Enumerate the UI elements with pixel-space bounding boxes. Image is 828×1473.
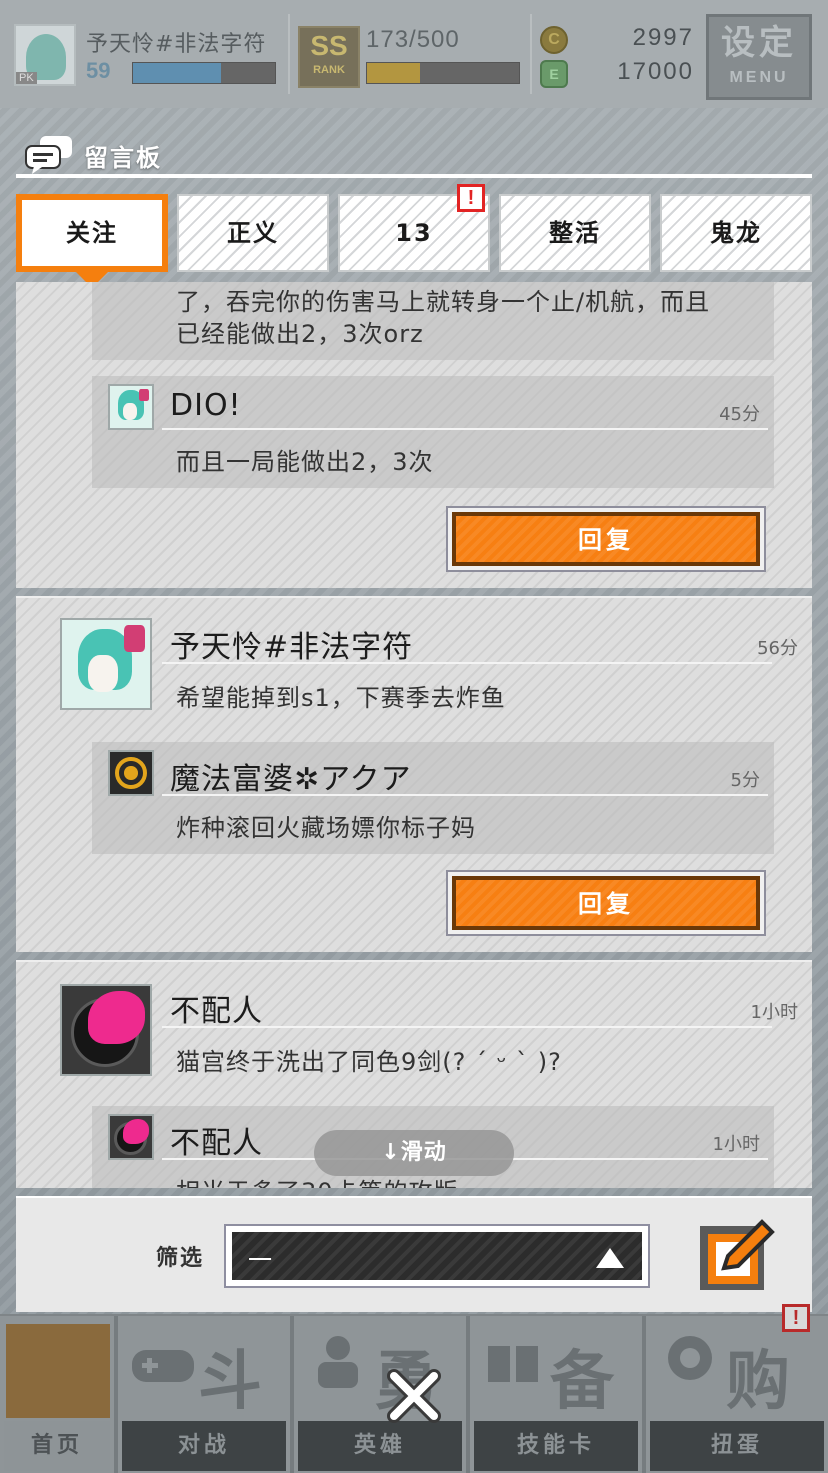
- avatar[interactable]: [60, 618, 152, 710]
- avatar-tag: PK: [16, 72, 37, 84]
- avatar[interactable]: [108, 384, 154, 430]
- reply-button[interactable]: 回复: [446, 870, 766, 936]
- divider: [162, 1026, 772, 1028]
- gamepad-icon: [132, 1350, 194, 1382]
- filter-label: 筛选: [156, 1246, 205, 1271]
- nav-glyph: 购: [726, 1345, 790, 1419]
- divider: [288, 14, 290, 94]
- close-icon[interactable]: [386, 1368, 442, 1424]
- divider: [162, 662, 772, 664]
- nav-heroes[interactable]: 勇 英雄: [294, 1316, 470, 1473]
- tab-follow[interactable]: 关注: [16, 194, 168, 272]
- scroll-hint: ↓滑动: [314, 1130, 514, 1176]
- nav-label: 首页: [4, 1421, 110, 1471]
- divider: [162, 794, 768, 796]
- reply-button-label: 回复: [452, 876, 760, 930]
- header-rule: [16, 174, 812, 178]
- reply-text: 了，吞完你的伤害马上就转身一个止/机航，而且: [176, 288, 711, 316]
- message-author: 不配人: [170, 994, 263, 1029]
- rank-caption: RANK: [313, 64, 345, 76]
- reply-author: 不配人: [170, 1126, 263, 1161]
- message-time: 56分: [757, 638, 798, 659]
- gem-icon: E: [540, 60, 568, 88]
- compose-post-button[interactable]: [698, 1212, 780, 1294]
- divider: [530, 14, 532, 94]
- top-status-bar: PK 予天怜#非法字符 59 SS RANK 173/500 C 2997 E …: [0, 0, 828, 108]
- avatar[interactable]: [60, 984, 152, 1076]
- reply-item: DIO! 45分 而且一局能做出2，3次: [92, 376, 774, 488]
- reply-item: 魔法富婆✲アクア 5分 炸种滚回火藏场嫖你标子妈: [92, 742, 774, 854]
- menu-label-cn: 设定: [721, 23, 797, 63]
- avatar[interactable]: [108, 750, 154, 796]
- nav-glyph: 备: [550, 1345, 614, 1419]
- reply-item: 了，吞完你的伤害马上就转身一个止/机航，而且 已经能做出2，3次orz: [92, 282, 774, 360]
- nav-battle[interactable]: 斗 对战: [118, 1316, 294, 1473]
- message-card: 予天怜#非法字符 56分 希望能掉到s1，下赛季去炸鱼 魔法富婆✲アクア 5分 …: [16, 596, 812, 952]
- reply-author: DIO!: [170, 388, 242, 423]
- player-name: 予天怜#非法字符: [86, 32, 267, 57]
- filter-selected-value: 一: [248, 1246, 272, 1274]
- message-list[interactable]: 了，吞完你的伤害马上就转身一个止/机航，而且 已经能做出2，3次orz DIO!…: [16, 282, 812, 1188]
- stamina-value: 173/500: [366, 26, 460, 53]
- menu-label-en: MENU: [729, 69, 789, 86]
- message-board-icon: [25, 136, 72, 174]
- reply-button[interactable]: 回复: [446, 506, 766, 572]
- settings-menu-button[interactable]: 设定 MENU: [706, 14, 812, 100]
- dropdown-arrow-icon: [596, 1248, 624, 1268]
- nav-home[interactable]: 首页: [0, 1316, 118, 1473]
- coin-icon: C: [540, 26, 568, 54]
- message-board-header: 留言板: [16, 126, 812, 182]
- stamina-bar: [366, 62, 520, 84]
- coin-count: 2997: [632, 24, 694, 51]
- nav-label: 扭蛋: [650, 1421, 824, 1471]
- tab-fun[interactable]: 整活: [499, 194, 651, 272]
- player-avatar[interactable]: PK: [14, 24, 76, 86]
- player-level: 59: [86, 58, 111, 83]
- message-time: 1小时: [750, 1002, 798, 1023]
- nav-gacha[interactable]: 购 扭蛋: [646, 1316, 828, 1473]
- board-tabs: 关注 正义 13 ! 整活 鬼龙: [16, 184, 812, 288]
- tab-alert-icon: !: [457, 184, 485, 212]
- filter-bar: 筛选 一: [16, 1196, 812, 1312]
- home-icon: [6, 1324, 110, 1418]
- gem-count: 17000: [617, 58, 694, 85]
- message-card: 了，吞完你的伤害马上就转身一个止/机航，而且 已经能做出2，3次orz DIO!…: [16, 282, 812, 588]
- nav-skill-cards[interactable]: 备 技能卡: [470, 1316, 646, 1473]
- reply-author: 魔法富婆✲アクア: [170, 762, 412, 797]
- rank-letters: SS: [310, 30, 348, 61]
- message-text: 猫宫终于洗出了同色9剑(? ´ ᵕ ` )?: [176, 1048, 562, 1076]
- reply-text: 已经能做出2，3次orz: [176, 320, 424, 348]
- reply-time: 5分: [730, 770, 760, 791]
- tab-ghost-dragon[interactable]: 鬼龙: [660, 194, 812, 272]
- nav-label: 对战: [122, 1421, 286, 1471]
- gacha-icon: [668, 1336, 712, 1380]
- reply-time: 45分: [719, 404, 760, 425]
- avatar[interactable]: [108, 1114, 154, 1160]
- divider: [162, 428, 768, 430]
- reply-button-label: 回复: [452, 512, 760, 566]
- message-text: 希望能掉到s1，下赛季去炸鱼: [176, 684, 506, 712]
- message-author: 予天怜#非法字符: [170, 630, 414, 665]
- reply-text: 炸种滚回火藏场嫖你标子妈: [176, 814, 476, 842]
- gacha-alert-icon: !: [782, 1304, 810, 1332]
- xp-bar: [132, 62, 276, 84]
- panel-title: 留言板: [84, 144, 162, 172]
- nav-label: 技能卡: [474, 1421, 638, 1471]
- nav-label: 英雄: [298, 1421, 462, 1471]
- filter-dropdown[interactable]: 一: [224, 1224, 650, 1288]
- hero-icon: [318, 1336, 358, 1388]
- tab-justice[interactable]: 正义: [177, 194, 329, 272]
- reply-text: 而且一局能做出2，3次: [176, 448, 434, 476]
- reply-time: 1小时: [712, 1134, 760, 1155]
- cards-icon: [488, 1346, 538, 1382]
- rank-badge[interactable]: SS RANK: [298, 26, 360, 88]
- nav-glyph: 斗: [198, 1345, 262, 1419]
